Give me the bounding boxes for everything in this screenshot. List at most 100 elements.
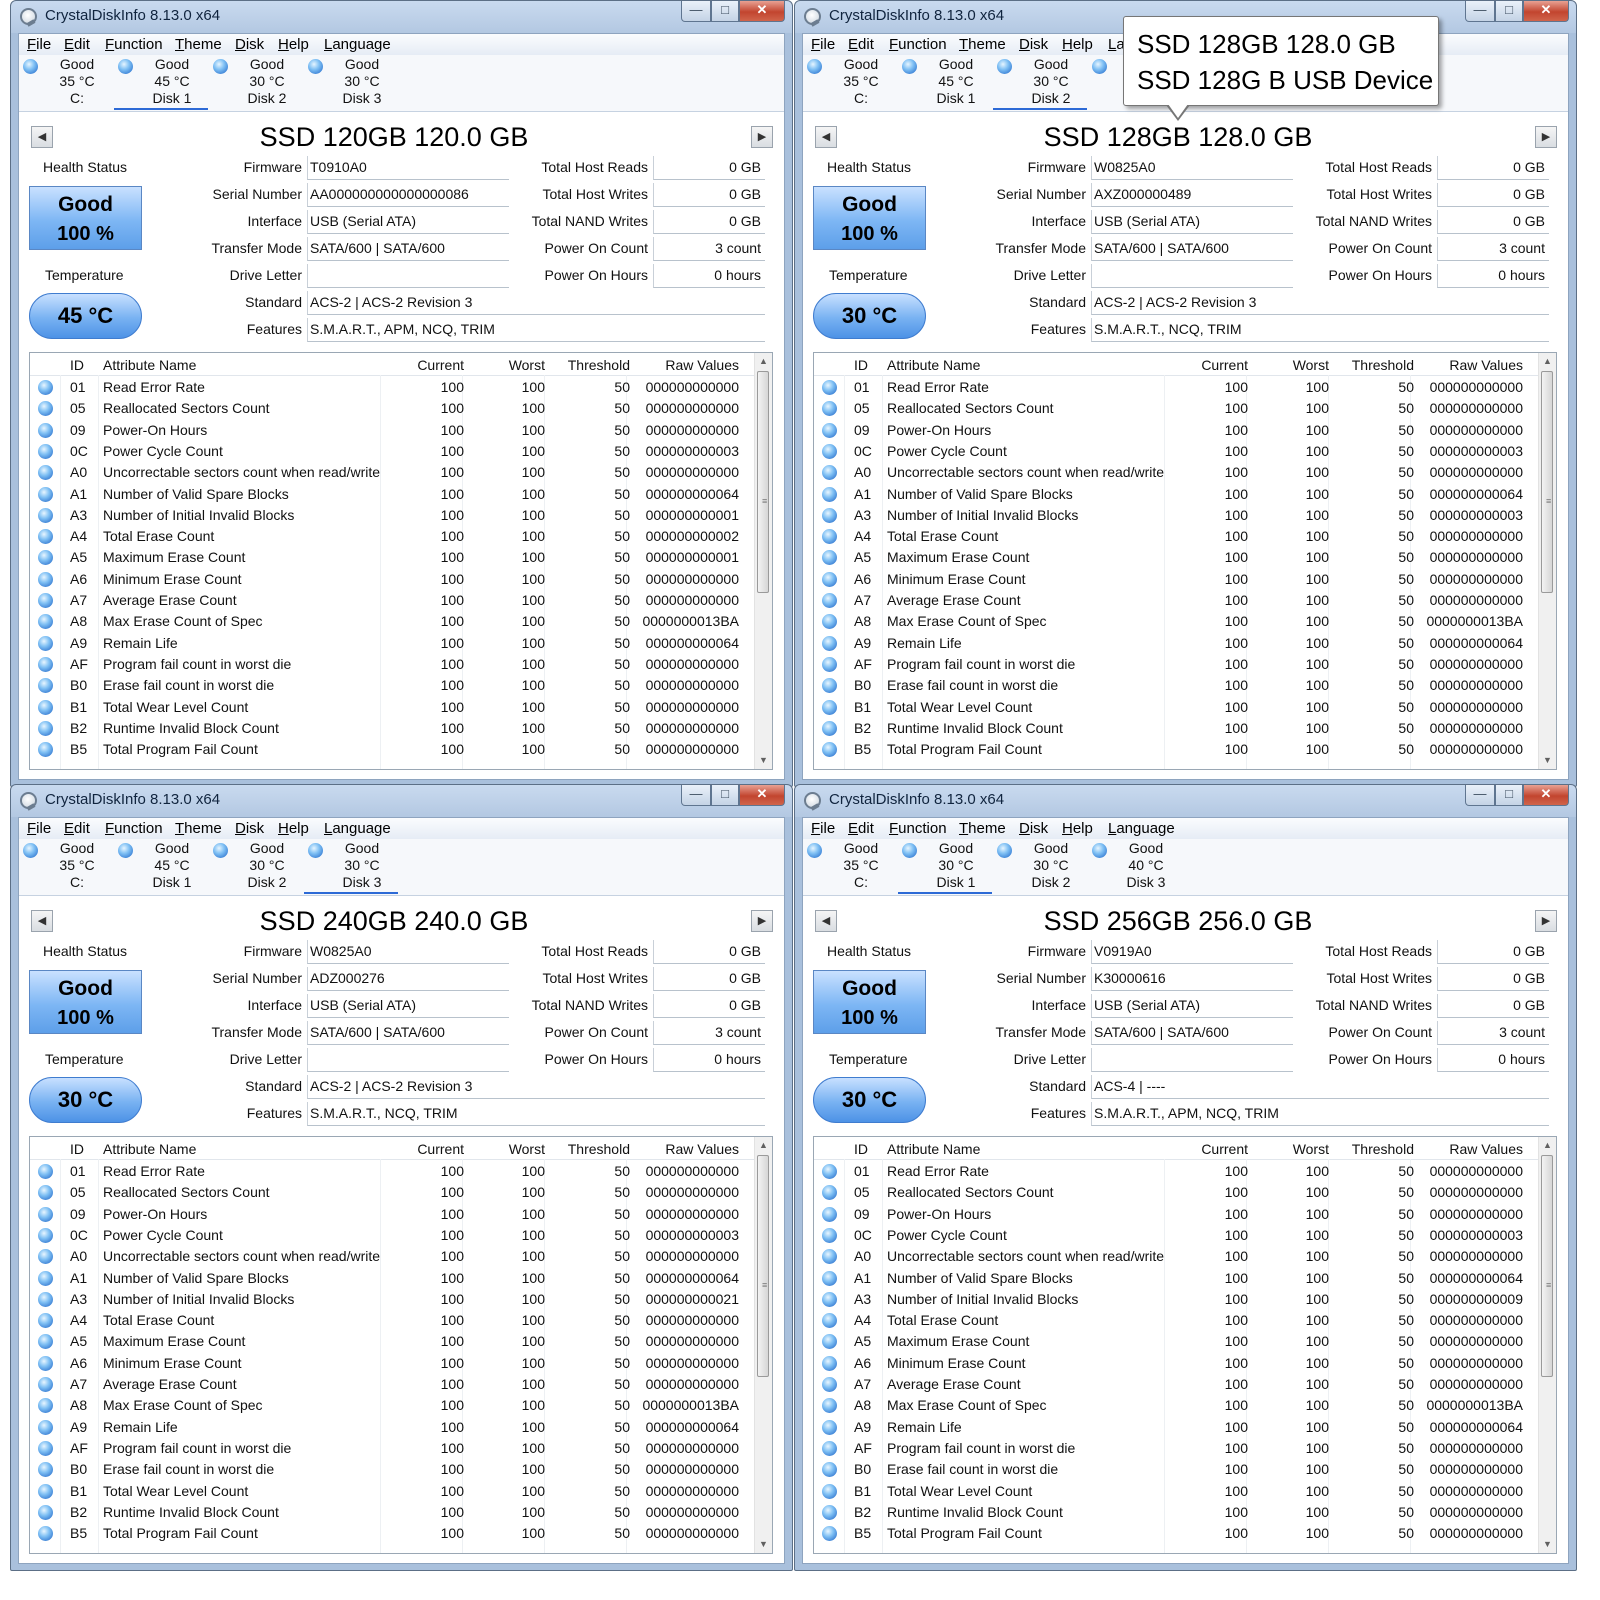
disk-selector-item[interactable]: Good 45 °C Disk 1 xyxy=(114,839,210,894)
table-row[interactable]: 0C Power Cycle Count 100 100 50 000000000003 xyxy=(814,1225,1538,1246)
column-header-threshold[interactable]: Threshold xyxy=(548,1141,630,1157)
scroll-down-arrow[interactable]: ▼ xyxy=(755,1536,772,1553)
column-header-id[interactable]: ID xyxy=(854,1141,868,1157)
health-status-badge[interactable]: Good 100 % xyxy=(29,186,142,250)
column-header-worst[interactable]: Worst xyxy=(465,357,545,373)
previous-disk-button[interactable]: ◀ xyxy=(815,910,837,932)
menu-item-disk[interactable]: Disk xyxy=(235,36,264,53)
scroll-down-arrow[interactable]: ▼ xyxy=(1539,752,1556,769)
menu-item-help[interactable]: Help xyxy=(1062,36,1093,53)
disk-selector-item[interactable]: Good 45 °C Disk 1 xyxy=(114,55,210,110)
menu-item-theme[interactable]: Theme xyxy=(175,36,222,53)
table-row[interactable]: A6 Minimum Erase Count 100 100 50 00000000000… xyxy=(814,569,1538,590)
next-disk-button[interactable]: ▶ xyxy=(1535,126,1557,148)
table-row[interactable]: A3 Number of Initial Invalid Blocks 100 100… xyxy=(814,1289,1538,1310)
menu-item-function[interactable]: Function xyxy=(105,820,163,837)
vertical-scrollbar[interactable]: ▲ ≡ ▼ xyxy=(1538,353,1556,769)
table-row[interactable]: A4 Total Erase Count 100 100 50 000000000000 xyxy=(814,1310,1538,1331)
menu-item-function[interactable]: Function xyxy=(889,36,947,53)
temperature-badge[interactable]: 30 °C xyxy=(813,1077,926,1123)
menu-item-help[interactable]: Help xyxy=(278,36,309,53)
table-row[interactable]: A4 Total Erase Count 100 100 50 000000000002 xyxy=(30,526,754,547)
disk-selector-item[interactable]: Good 35 °C C: xyxy=(19,55,115,110)
column-header-id[interactable]: ID xyxy=(70,357,84,373)
table-row[interactable]: A1 Number of Valid Spare Blocks 100 100 50 00… xyxy=(30,1268,754,1289)
table-row[interactable]: A8 Max Erase Count of Spec 100 100 50 0000000… xyxy=(30,1395,754,1416)
close-button[interactable]: ✕ xyxy=(1523,1,1569,22)
scroll-thumb[interactable]: ≡ xyxy=(757,371,769,593)
maximize-button[interactable]: □ xyxy=(711,1,739,22)
table-row[interactable]: B0 Erase fail count in worst die 100 100 50 0… xyxy=(814,675,1538,696)
table-row[interactable]: 09 Power-On Hours 100 100 50 000000000000 xyxy=(30,420,754,441)
table-row[interactable]: A9 Remain Life 100 100 50 000000000064 xyxy=(30,1417,754,1438)
menu-item-disk[interactable]: Disk xyxy=(235,820,264,837)
table-row[interactable]: A3 Number of Initial Invalid Blocks 100 100… xyxy=(30,505,754,526)
menu-item-file[interactable]: File xyxy=(27,36,51,53)
table-row[interactable]: B1 Total Wear Level Count 100 100 50 00000000… xyxy=(814,1481,1538,1502)
minimize-button[interactable]: — xyxy=(1465,785,1495,806)
column-header-current[interactable]: Current xyxy=(1168,357,1248,373)
table-row[interactable]: 09 Power-On Hours 100 100 50 000000000000 xyxy=(814,1204,1538,1225)
table-row[interactable]: AF Program fail count in worst die 100 100 5… xyxy=(30,654,754,675)
menu-item-disk[interactable]: Disk xyxy=(1019,36,1048,53)
scroll-up-arrow[interactable]: ▲ xyxy=(755,1137,772,1154)
table-row[interactable]: A8 Max Erase Count of Spec 100 100 50 0000000… xyxy=(814,611,1538,632)
table-row[interactable]: 0C Power Cycle Count 100 100 50 000000000003 xyxy=(814,441,1538,462)
table-row[interactable]: B2 Runtime Invalid Block Count 100 100 50 000… xyxy=(30,1502,754,1523)
menu-item-language[interactable]: Language xyxy=(1108,820,1175,837)
column-header-worst[interactable]: Worst xyxy=(465,1141,545,1157)
disk-selector-item[interactable]: Good 35 °C C: xyxy=(803,55,899,110)
table-row[interactable]: A8 Max Erase Count of Spec 100 100 50 0000000… xyxy=(30,611,754,632)
table-row[interactable]: B0 Erase fail count in worst die 100 100 50 0… xyxy=(30,675,754,696)
table-row[interactable]: 01 Read Error Rate 100 100 50 000000000000 xyxy=(30,377,754,398)
table-row[interactable]: 01 Read Error Rate 100 100 50 000000000000 xyxy=(814,1161,1538,1182)
column-header-worst[interactable]: Worst xyxy=(1249,357,1329,373)
menu-item-theme[interactable]: Theme xyxy=(959,36,1006,53)
table-row[interactable]: A7 Average Erase Count 100 100 50 00000000000… xyxy=(814,1374,1538,1395)
menu-item-function[interactable]: Function xyxy=(105,36,163,53)
previous-disk-button[interactable]: ◀ xyxy=(815,126,837,148)
table-row[interactable]: A4 Total Erase Count 100 100 50 000000000000 xyxy=(30,1310,754,1331)
health-status-badge[interactable]: Good 100 % xyxy=(29,970,142,1034)
table-row[interactable]: A1 Number of Valid Spare Blocks 100 100 50 00… xyxy=(814,1268,1538,1289)
title-bar[interactable]: CrystalDiskInfo 8.13.0 x64 — □ ✕ xyxy=(795,785,1576,817)
table-row[interactable]: A9 Remain Life 100 100 50 000000000064 xyxy=(814,1417,1538,1438)
column-header-current[interactable]: Current xyxy=(384,357,464,373)
table-row[interactable]: A5 Maximum Erase Count 100 100 50 00000000000… xyxy=(30,547,754,568)
menu-item-edit[interactable]: Edit xyxy=(848,36,874,53)
next-disk-button[interactable]: ▶ xyxy=(1535,910,1557,932)
column-header-raw-values[interactable]: Raw Values xyxy=(631,357,739,373)
next-disk-button[interactable]: ▶ xyxy=(751,910,773,932)
table-row[interactable]: 09 Power-On Hours 100 100 50 000000000000 xyxy=(814,420,1538,441)
table-row[interactable]: B1 Total Wear Level Count 100 100 50 00000000… xyxy=(30,697,754,718)
disk-selector-item[interactable]: Good 35 °C C: xyxy=(19,839,115,894)
table-row[interactable]: 05 Reallocated Sectors Count 100 100 50 00000… xyxy=(814,398,1538,419)
column-header-attribute-name[interactable]: Attribute Name xyxy=(103,1141,196,1157)
menu-item-edit[interactable]: Edit xyxy=(64,820,90,837)
previous-disk-button[interactable]: ◀ xyxy=(31,126,53,148)
table-row[interactable]: A0 Uncorrectable sectors count when read/… xyxy=(30,1246,754,1267)
table-row[interactable]: B0 Erase fail count in worst die 100 100 50 0… xyxy=(814,1459,1538,1480)
maximize-button[interactable]: □ xyxy=(1495,785,1523,806)
scroll-down-arrow[interactable]: ▼ xyxy=(755,752,772,769)
table-row[interactable]: AF Program fail count in worst die 100 100 5… xyxy=(814,654,1538,675)
minimize-button[interactable]: — xyxy=(681,1,711,22)
temperature-badge[interactable]: 30 °C xyxy=(813,293,926,339)
column-header-attribute-name[interactable]: Attribute Name xyxy=(887,357,980,373)
table-row[interactable]: B1 Total Wear Level Count 100 100 50 00000000… xyxy=(30,1481,754,1502)
close-button[interactable]: ✕ xyxy=(1523,785,1569,806)
table-row[interactable]: A3 Number of Initial Invalid Blocks 100 100… xyxy=(814,505,1538,526)
disk-selector-item[interactable]: Good 30 °C Disk 2 xyxy=(209,55,305,110)
scroll-up-arrow[interactable]: ▲ xyxy=(755,353,772,370)
table-row[interactable]: A0 Uncorrectable sectors count when read/… xyxy=(814,462,1538,483)
column-header-threshold[interactable]: Threshold xyxy=(548,357,630,373)
menu-item-theme[interactable]: Theme xyxy=(959,820,1006,837)
menu-item-edit[interactable]: Edit xyxy=(848,820,874,837)
disk-selector-item[interactable]: Good 30 °C Disk 3 xyxy=(304,839,400,894)
column-header-raw-values[interactable]: Raw Values xyxy=(631,1141,739,1157)
table-row[interactable]: AF Program fail count in worst die 100 100 5… xyxy=(30,1438,754,1459)
scroll-thumb[interactable]: ≡ xyxy=(1541,371,1553,593)
maximize-button[interactable]: □ xyxy=(1495,1,1523,22)
disk-selector-item[interactable]: Good 30 °C Disk 2 xyxy=(993,55,1089,110)
health-status-badge[interactable]: Good 100 % xyxy=(813,186,926,250)
